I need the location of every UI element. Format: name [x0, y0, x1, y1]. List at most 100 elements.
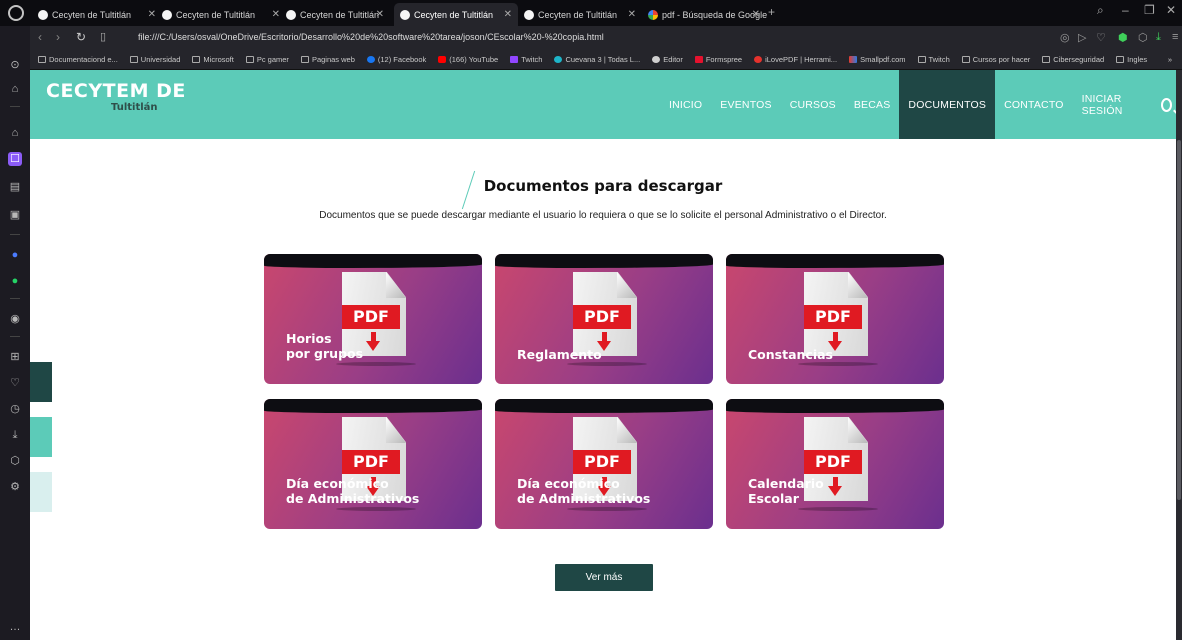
folder-icon — [192, 56, 201, 63]
bookmark-item[interactable]: (166) YouTube — [438, 55, 498, 64]
send-icon[interactable]: ▷ — [1078, 31, 1086, 44]
document-card[interactable]: PDF Calendario Escolar — [726, 399, 944, 529]
bookmark-item[interactable]: Twitch — [917, 55, 950, 64]
menu-icon[interactable]: ≡ — [1172, 31, 1178, 43]
bookmark-item[interactable]: Cuevana 3 | Todas L... — [554, 55, 640, 64]
nav-becas[interactable]: BECAS — [845, 70, 900, 139]
wallet-icon[interactable]: ▣ — [8, 208, 22, 222]
site-favicon-icon — [524, 9, 534, 20]
folder-icon — [245, 56, 254, 63]
bookmark-item[interactable]: Microsoft — [192, 55, 234, 64]
home-icon[interactable]: ⌂ — [8, 82, 22, 96]
browser-tab-active[interactable]: Cecyten de Tultitlán ✕ — [394, 3, 518, 26]
search-tabs-icon[interactable]: ⌕ — [1097, 3, 1104, 18]
card-title-line: Escolar — [748, 491, 799, 506]
card-top-band — [495, 254, 713, 268]
aria-icon[interactable]: ☐ — [8, 152, 22, 166]
card-title: Día económico de Administrativos — [286, 476, 419, 506]
side-tab-dark[interactable] — [30, 362, 52, 402]
forward-icon[interactable]: › — [56, 30, 60, 44]
messenger-icon[interactable]: ● — [8, 248, 22, 262]
browser-tab[interactable]: Cecyten de Tultitlán ✕ — [280, 3, 390, 26]
back-icon[interactable]: ‹ — [38, 30, 42, 44]
site-logo[interactable]: CECYTEM DE — [46, 80, 186, 102]
opera-logo-icon[interactable] — [8, 5, 24, 21]
nav-contacto[interactable]: CONTACTO — [995, 70, 1073, 139]
download-arrow-head — [828, 486, 842, 496]
bookmark-item[interactable]: iLovePDF | Herrami... — [754, 55, 837, 64]
bookmark-item[interactable]: Ciberseguridad — [1042, 55, 1104, 64]
heart-icon[interactable]: ♡ — [1096, 31, 1106, 44]
reload-icon[interactable]: ↻ — [76, 30, 86, 44]
close-icon[interactable]: ✕ — [504, 9, 512, 20]
more-bookmarks-button[interactable]: » — [1168, 55, 1172, 64]
side-tab-teal[interactable] — [30, 417, 52, 457]
minimize-icon[interactable]: – — [1122, 3, 1129, 17]
close-icon[interactable]: ✕ — [272, 9, 280, 20]
camera-icon[interactable]: ◎ — [1060, 31, 1070, 44]
vpn-shield-icon[interactable]: ⬢ — [1118, 31, 1128, 44]
extensions-cube-icon[interactable]: ⬡ — [8, 454, 22, 468]
maximize-icon[interactable]: ❐ — [1144, 3, 1155, 17]
url-field[interactable]: file:///C:/Users/osval/OneDrive/Escritor… — [138, 32, 604, 42]
site-logo-subtitle: Tultitlán — [111, 102, 158, 113]
document-card[interactable]: PDF Horios por grupos — [264, 254, 482, 384]
notes-icon[interactable]: ▤ — [8, 180, 22, 194]
bookmark-item[interactable]: Smallpdf.com — [849, 55, 906, 64]
favorites-heart-icon[interactable]: ♡ — [8, 376, 22, 390]
browser-tab[interactable]: pdf - Búsqueda de Google ✕ — [642, 3, 767, 26]
nav-eventos[interactable]: EVENTOS — [711, 70, 780, 139]
bookmark-item[interactable]: Universidad — [129, 55, 181, 64]
close-icon[interactable]: ✕ — [148, 9, 156, 20]
new-tab-icon[interactable]: + — [768, 5, 775, 19]
whatsapp-icon[interactable]: ● — [8, 274, 22, 288]
download-arrow-head — [366, 341, 380, 351]
extensions-icon[interactable]: ⬡ — [1138, 31, 1148, 44]
bookmark-item[interactable]: Cursos por hacer — [961, 55, 1030, 64]
scrollbar-thumb[interactable] — [1177, 140, 1181, 500]
bookmark-label: Documentaciond e... — [49, 55, 118, 64]
document-card[interactable]: PDF Día económico de Administrativos — [495, 399, 713, 529]
player-icon[interactable]: ◉ — [8, 312, 22, 326]
card-title: Constancias — [748, 347, 833, 362]
bookmark-item[interactable]: Pc gamer — [245, 55, 289, 64]
close-icon[interactable]: ✕ — [376, 9, 384, 20]
browser-tab[interactable]: Cecyten de Tultitlán ✕ — [32, 3, 162, 26]
house-icon[interactable]: ⌂ — [8, 126, 22, 140]
bookmark-label: Universidad — [140, 55, 181, 64]
bookmark-item[interactable]: Paginas web — [300, 55, 355, 64]
side-tab-light[interactable] — [30, 472, 52, 512]
nav-inicio[interactable]: INICIO — [660, 70, 711, 139]
ver-mas-button[interactable]: Ver más — [555, 564, 653, 591]
settings-gear-icon[interactable]: ⚙ — [8, 480, 22, 494]
document-card[interactable]: PDF Reglamento — [495, 254, 713, 384]
bookmark-item[interactable]: Ingles — [1116, 55, 1147, 64]
nav-documentos[interactable]: DOCUMENTOS — [899, 70, 996, 139]
card-title: Día económico de Administrativos — [517, 476, 650, 506]
bookmark-item[interactable]: Twitch — [510, 55, 542, 64]
apps-grid-icon[interactable]: ⊞ — [8, 350, 22, 364]
download-icon[interactable]: ⤓ — [1156, 31, 1161, 44]
nav-iniciar-sesion[interactable]: INICIAR SESIÓN — [1073, 70, 1149, 139]
bookmark-item[interactable]: Documentaciond e... — [38, 55, 118, 64]
bookmark-item[interactable]: Formspree — [694, 55, 742, 64]
speed-dial-icon[interactable]: ⊙ — [8, 58, 22, 72]
history-clock-icon[interactable]: ◷ — [8, 402, 22, 416]
document-card[interactable]: PDF Constancias — [726, 254, 944, 384]
nav-cursos[interactable]: CURSOS — [781, 70, 845, 139]
more-dots-icon[interactable]: … — [8, 620, 22, 634]
icon-shadow — [567, 362, 647, 366]
browser-tab[interactable]: Cecyten de Tultitlán ✕ — [518, 3, 642, 26]
card-title-line: Reglamento — [517, 347, 602, 362]
search-icon[interactable] — [1161, 97, 1172, 112]
downloads-icon[interactable]: ⤓ — [8, 428, 22, 442]
icon-shadow — [567, 507, 647, 511]
close-icon[interactable]: ✕ — [752, 9, 760, 20]
bookmark-item[interactable]: Editor — [652, 55, 683, 64]
bookmark-item[interactable]: (12) Facebook — [366, 55, 426, 64]
page-scrollbar[interactable] — [1176, 70, 1182, 640]
browser-tab[interactable]: Cecyten de Tultitlán ✕ — [156, 3, 286, 26]
document-card[interactable]: PDF Día económico de Administrativos — [264, 399, 482, 529]
close-icon[interactable]: ✕ — [628, 9, 636, 20]
close-window-icon[interactable]: ✕ — [1166, 3, 1176, 17]
